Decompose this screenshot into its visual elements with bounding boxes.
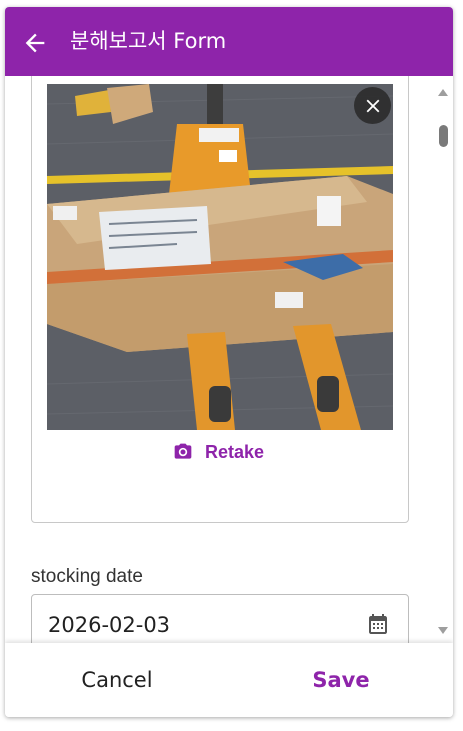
photo-card: Retake	[31, 76, 409, 523]
calendar-icon[interactable]	[366, 612, 390, 636]
retake-button[interactable]: Retake	[173, 440, 264, 464]
dialog-footer: Cancel Save	[5, 643, 453, 717]
scrollbar[interactable]	[433, 76, 453, 643]
close-icon	[366, 99, 379, 112]
scroll-down-arrow-icon[interactable]	[438, 627, 448, 634]
scroll-up-arrow-icon[interactable]	[438, 89, 448, 96]
stocking-date-label: stocking date	[31, 566, 143, 587]
page-title: 분해보고서 Form	[70, 29, 227, 53]
stocking-date-value: 2026-02-03	[48, 613, 171, 637]
retake-label: Retake	[205, 441, 265, 462]
remove-photo-button[interactable]	[354, 87, 391, 124]
arrow-left-icon	[25, 33, 45, 53]
save-button[interactable]: Save	[229, 643, 453, 717]
cancel-button[interactable]: Cancel	[5, 643, 229, 717]
app-bar: 분해보고서 Form	[5, 7, 453, 76]
camera-icon	[174, 443, 192, 459]
form-content[interactable]: Retake stocking date 2026-02-03	[5, 76, 453, 643]
form-dialog: 분해보고서 Form Retake stocking date 2026-02-…	[5, 7, 453, 717]
back-button[interactable]	[21, 29, 49, 57]
attached-photo[interactable]	[47, 84, 393, 430]
scroll-thumb[interactable]	[439, 125, 448, 147]
stocking-date-field[interactable]: 2026-02-03	[31, 594, 409, 643]
photo-image	[47, 84, 393, 430]
